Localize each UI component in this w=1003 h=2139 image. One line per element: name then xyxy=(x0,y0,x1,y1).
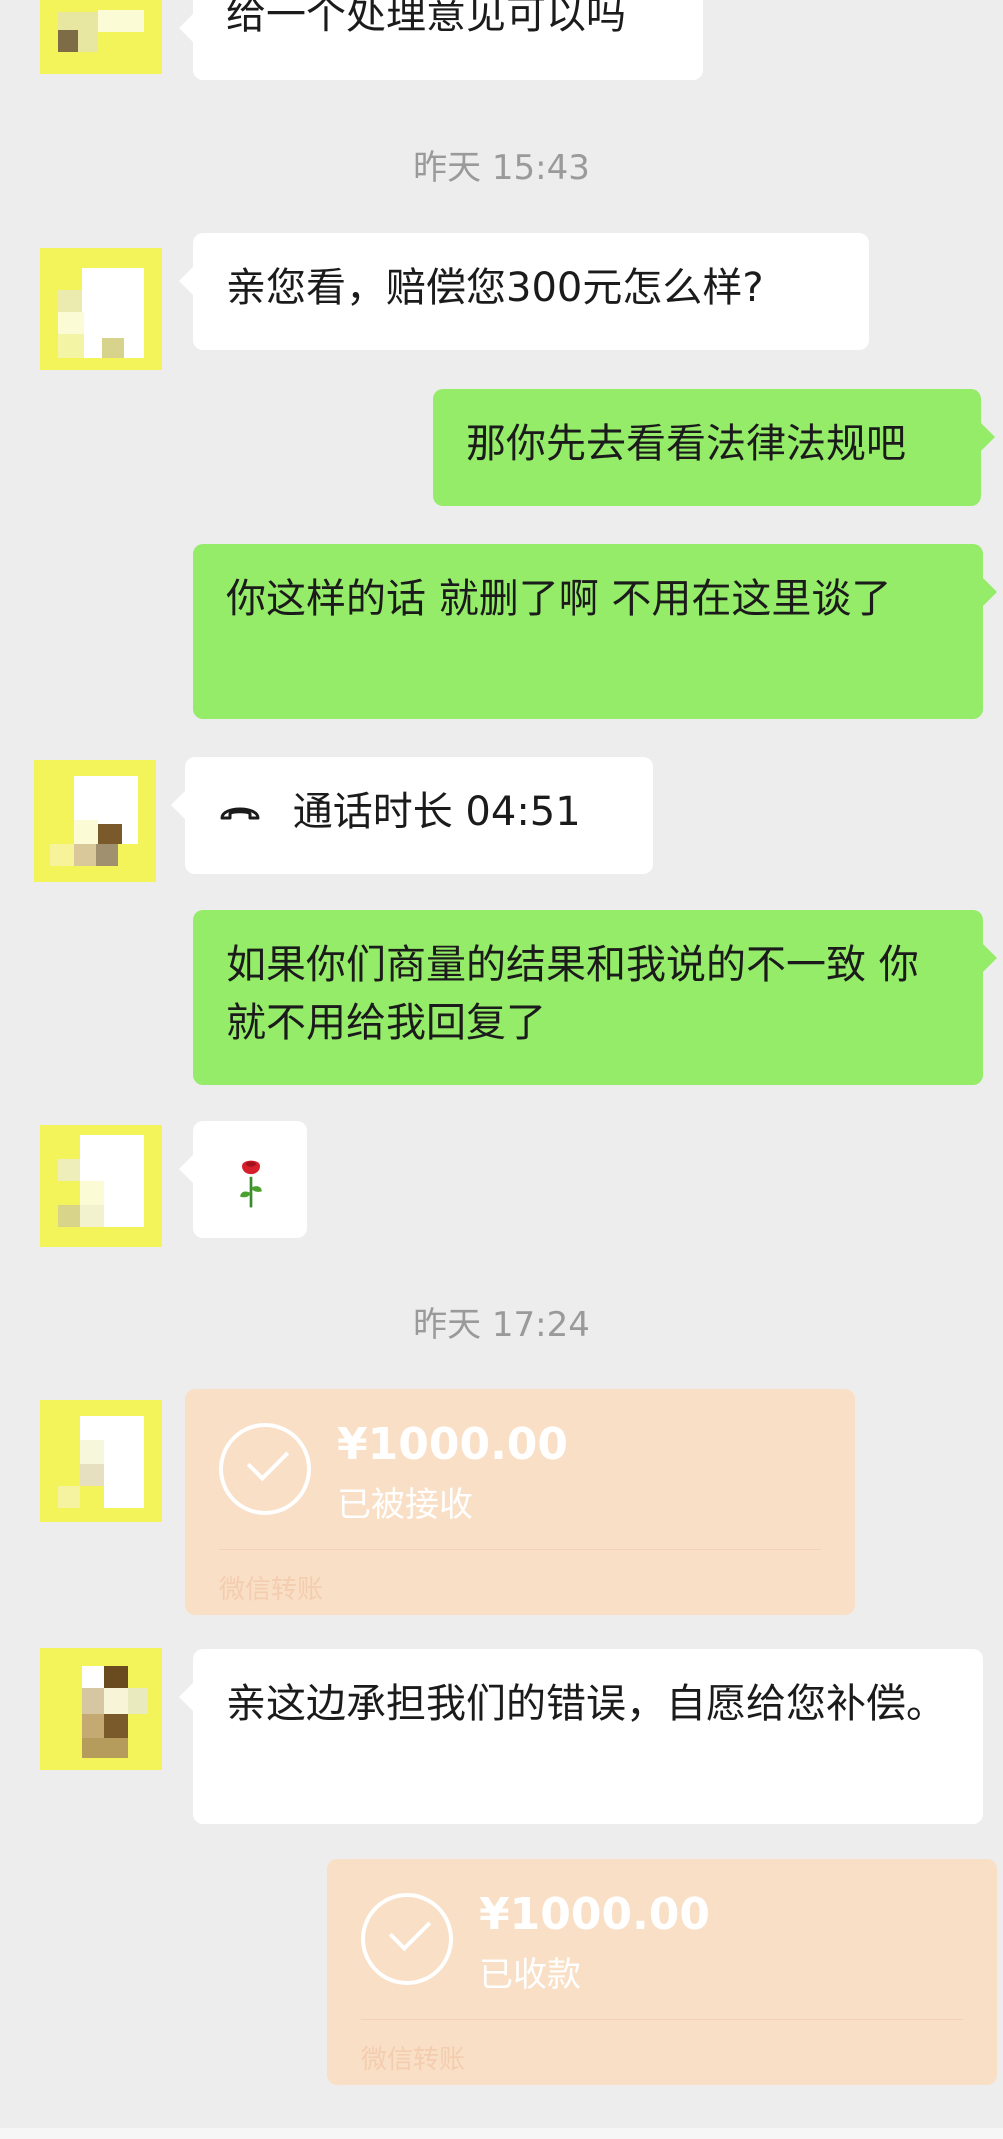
avatar[interactable] xyxy=(40,1125,162,1247)
call-duration-text: 通话时长 04:51 xyxy=(292,789,581,835)
message-text: 你这样的话 就删了啊 不用在这里谈了 xyxy=(226,576,892,622)
call-record-bubble[interactable]: 通话时长 04:51 xyxy=(171,757,653,874)
transfer-status: 已被接收 xyxy=(337,1485,473,1525)
timestamp: 昨天 15:43 xyxy=(413,148,590,188)
message-bubble[interactable]: 如果你们商量的结果和我说的不一致 你就不用给我回复了 xyxy=(193,910,997,1085)
avatar[interactable] xyxy=(40,0,162,74)
transfer-card[interactable]: ¥1000.00 已收款 微信转账 xyxy=(327,1859,997,2085)
transfer-amount: ¥1000.00 xyxy=(337,1419,569,1470)
message-bubble[interactable]: 你这样的话 就删了啊 不用在这里谈了 xyxy=(193,544,997,719)
avatar[interactable] xyxy=(40,1400,162,1522)
check-circle-icon xyxy=(219,1423,311,1515)
rose-icon xyxy=(240,1160,262,1208)
message-bubble[interactable]: 给一个处理意见可以吗 xyxy=(179,0,703,80)
bottom-edge xyxy=(0,2128,1003,2139)
transfer-footer: 微信转账 xyxy=(219,1575,324,1605)
avatar[interactable] xyxy=(40,1648,162,1770)
transfer-card[interactable]: ¥1000.00 已被接收 微信转账 xyxy=(185,1389,855,1615)
check-circle-icon xyxy=(361,1893,453,1985)
timestamp: 昨天 17:24 xyxy=(413,1305,590,1345)
message-text: 那你先去看看法律法规吧 xyxy=(466,421,906,467)
avatar[interactable] xyxy=(34,760,156,882)
message-bubble[interactable]: 亲这边承担我们的错误，自愿给您补偿。 xyxy=(179,1649,983,1824)
phone-hangup-icon xyxy=(220,807,260,820)
message-bubble[interactable] xyxy=(179,1121,307,1238)
transfer-status: 已收款 xyxy=(479,1955,581,1995)
transfer-footer: 微信转账 xyxy=(361,2045,466,2075)
message-text: 给一个处理意见可以吗 xyxy=(226,0,626,38)
divider xyxy=(361,2019,963,2020)
message-bubble[interactable]: 那你先去看看法律法规吧 xyxy=(433,389,995,506)
message-text: 如果你们商量的结果和我说的不一致 你就不用给我回复了 xyxy=(226,942,919,1046)
transfer-amount: ¥1000.00 xyxy=(479,1889,711,1940)
avatar[interactable] xyxy=(40,248,162,370)
divider xyxy=(219,1549,821,1550)
message-text: 亲您看，赔偿您300元怎么样? xyxy=(226,265,764,311)
message-text: 亲这边承担我们的错误，自愿给您补偿。 xyxy=(226,1681,946,1727)
message-bubble[interactable]: 亲您看，赔偿您300元怎么样? xyxy=(179,233,869,350)
